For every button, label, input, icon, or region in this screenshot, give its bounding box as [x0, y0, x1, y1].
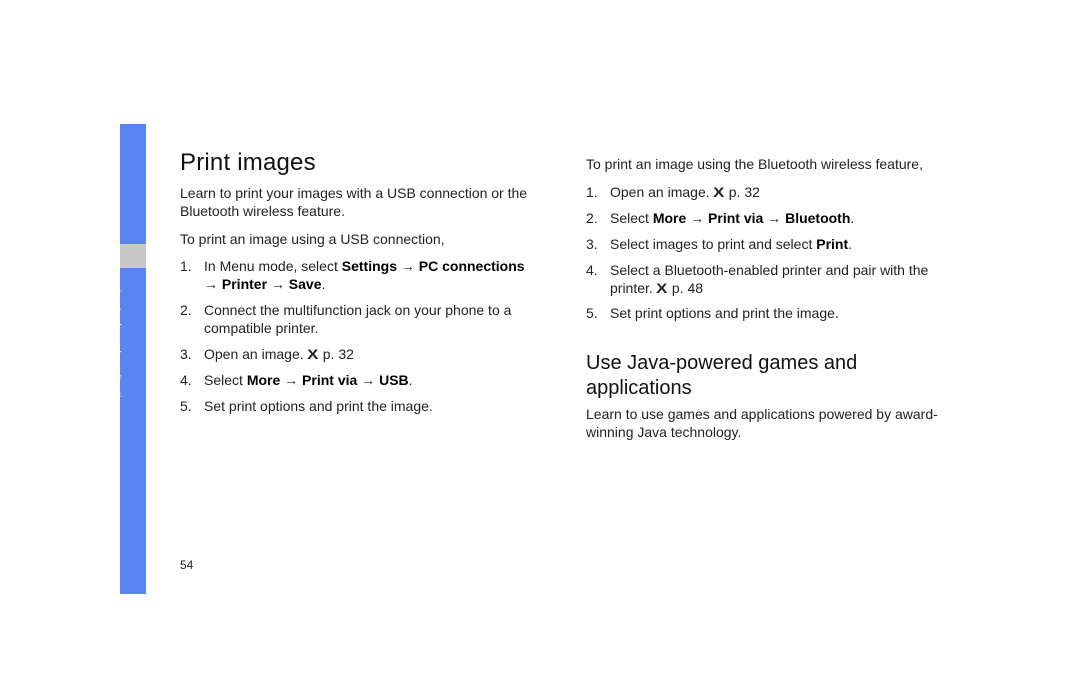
step-text: Open an image.: [610, 184, 714, 200]
step-text: Set print options and print the image.: [610, 305, 839, 321]
bold: Bluetooth: [785, 210, 850, 226]
cross-ref-icon: X: [307, 346, 318, 364]
arrow-icon: →: [397, 258, 419, 274]
step-4: Select More → Print via → USB.: [180, 372, 540, 390]
step-text: In Menu mode, select: [204, 258, 342, 274]
step-text: .: [322, 276, 326, 292]
step-text: .: [409, 372, 413, 388]
bold: Save: [289, 276, 322, 292]
step-text: Set print options and print the image.: [204, 398, 433, 414]
step-text: Select: [610, 210, 653, 226]
step-2: Connect the multifunction jack on your p…: [180, 302, 540, 338]
heading-print-images: Print images: [180, 148, 540, 179]
bold: More: [247, 372, 280, 388]
page-number: 54: [180, 558, 193, 572]
bold: USB: [379, 372, 409, 388]
step-5: Set print options and print the image.: [586, 305, 946, 323]
step-3: Open an image. X p. 32: [180, 346, 540, 364]
bold: Printer: [222, 276, 267, 292]
arrow-icon: →: [280, 372, 302, 388]
step-text: Select images to print and select: [610, 236, 816, 252]
page-ref: p. 32: [725, 184, 760, 200]
step-1: In Menu mode, select Settings → PC conne…: [180, 258, 540, 294]
step-1: Open an image. X p. 32: [586, 184, 946, 202]
intro-java: Learn to use games and applications powe…: [586, 406, 946, 442]
right-column: To print an image using the Bluetooth wi…: [586, 148, 946, 452]
sub-heading-bluetooth: To print an image using the Bluetooth wi…: [586, 156, 946, 174]
step-text: .: [848, 236, 852, 252]
bold: Settings: [342, 258, 397, 274]
arrow-icon: →: [267, 276, 289, 292]
step-text: Connect the multifunction jack on your p…: [204, 302, 511, 336]
bold: Print: [816, 236, 848, 252]
step-2: Select More → Print via → Bluetooth.: [586, 210, 946, 228]
bold: Print via: [302, 372, 357, 388]
intro-text: Learn to print your images with a USB co…: [180, 185, 540, 221]
cross-ref-icon: X: [656, 280, 667, 298]
side-tab-accent: [120, 244, 146, 268]
step-text: .: [850, 210, 854, 226]
content-area: Print images Learn to print your images …: [180, 148, 960, 452]
arrow-icon: →: [686, 210, 708, 226]
arrow-icon: →: [763, 210, 785, 226]
step-text: Open an image.: [204, 346, 308, 362]
side-tab-label: using tools and applications: [111, 278, 123, 415]
step-4: Select a Bluetooth-enabled printer and p…: [586, 262, 946, 298]
step-text: Select: [204, 372, 247, 388]
bold: More: [653, 210, 686, 226]
usb-steps: In Menu mode, select Settings → PC conne…: [180, 258, 540, 415]
page-ref: p. 48: [668, 280, 703, 296]
bt-steps: Open an image. X p. 32 Select More → Pri…: [586, 184, 946, 323]
arrow-icon: →: [357, 372, 379, 388]
side-tab: [120, 124, 146, 594]
page-ref: p. 32: [319, 346, 354, 362]
sub-heading-usb: To print an image using a USB connection…: [180, 231, 540, 249]
heading-java-games: Use Java-powered games and applications: [586, 351, 946, 400]
bold: PC connections: [419, 258, 525, 274]
bold: Print via: [708, 210, 763, 226]
manual-page: using tools and applications Print image…: [120, 124, 960, 594]
step-5: Set print options and print the image.: [180, 398, 540, 416]
arrow-icon: →: [204, 276, 222, 292]
left-column: Print images Learn to print your images …: [180, 148, 540, 452]
cross-ref-icon: X: [713, 184, 724, 202]
step-3: Select images to print and select Print.: [586, 236, 946, 254]
